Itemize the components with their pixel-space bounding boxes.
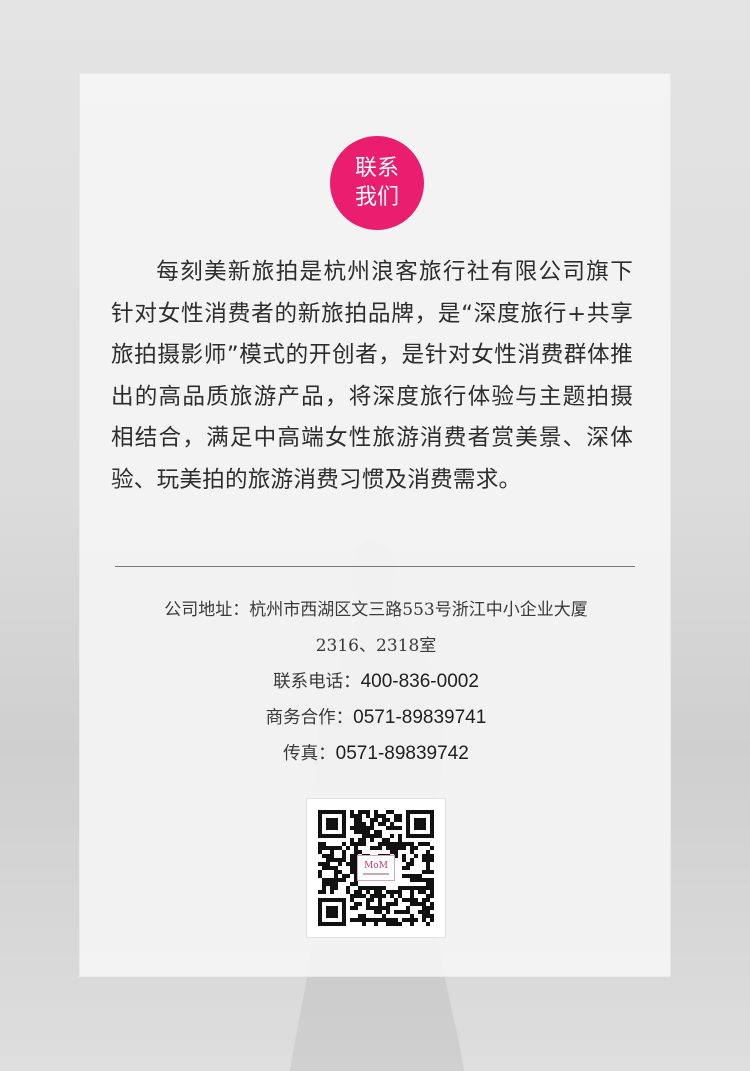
contact-info: 公司地址：杭州市西湖区文三路553号浙江中小企业大厦 2316、2318室 联系…	[116, 592, 636, 772]
contact-us-badge: 联系 我们	[330, 136, 424, 230]
address-value: 杭州市西湖区文三路553号浙江中小企业大厦	[249, 600, 588, 620]
contact-card: 联系 我们 每刻美新旅拍是杭州浪客旅行社有限公司旗下针对女性消费者的新旅拍品牌，…	[79, 73, 671, 977]
phone-line: 联系电话：400-836-0002	[116, 664, 636, 700]
qr-brand-logo: MoM	[357, 855, 395, 881]
phone-label: 联系电话：	[273, 672, 361, 692]
business-label: 商务合作：	[265, 708, 354, 728]
qr-logo-text: MoM	[364, 861, 388, 871]
phone-number[interactable]: 400-836-0002	[361, 671, 479, 692]
badge-line-1: 联系	[354, 156, 399, 181]
address-line-2: 2316、2318室	[315, 636, 437, 656]
company-intro: 每刻美新旅拍是杭州浪客旅行社有限公司旗下针对女性消费者的新旅拍品牌，是“深度旅行…	[111, 259, 633, 493]
fax-number: 0571-89839742	[335, 743, 469, 764]
fax-line: 传真：0571-89839742	[116, 736, 636, 772]
qr-logo-underline	[363, 873, 389, 875]
address-line-1: 公司地址：杭州市西湖区文三路553号浙江中小企业大厦	[116, 592, 636, 628]
fax-label: 传真：	[283, 744, 336, 764]
badge-line-2: 我们	[354, 185, 399, 210]
qr-code[interactable]: MoM	[306, 798, 446, 938]
business-line: 商务合作：0571-89839741	[116, 700, 636, 736]
business-number[interactable]: 0571-89839741	[353, 707, 486, 728]
divider	[115, 566, 635, 567]
address-label: 公司地址：	[164, 600, 250, 620]
